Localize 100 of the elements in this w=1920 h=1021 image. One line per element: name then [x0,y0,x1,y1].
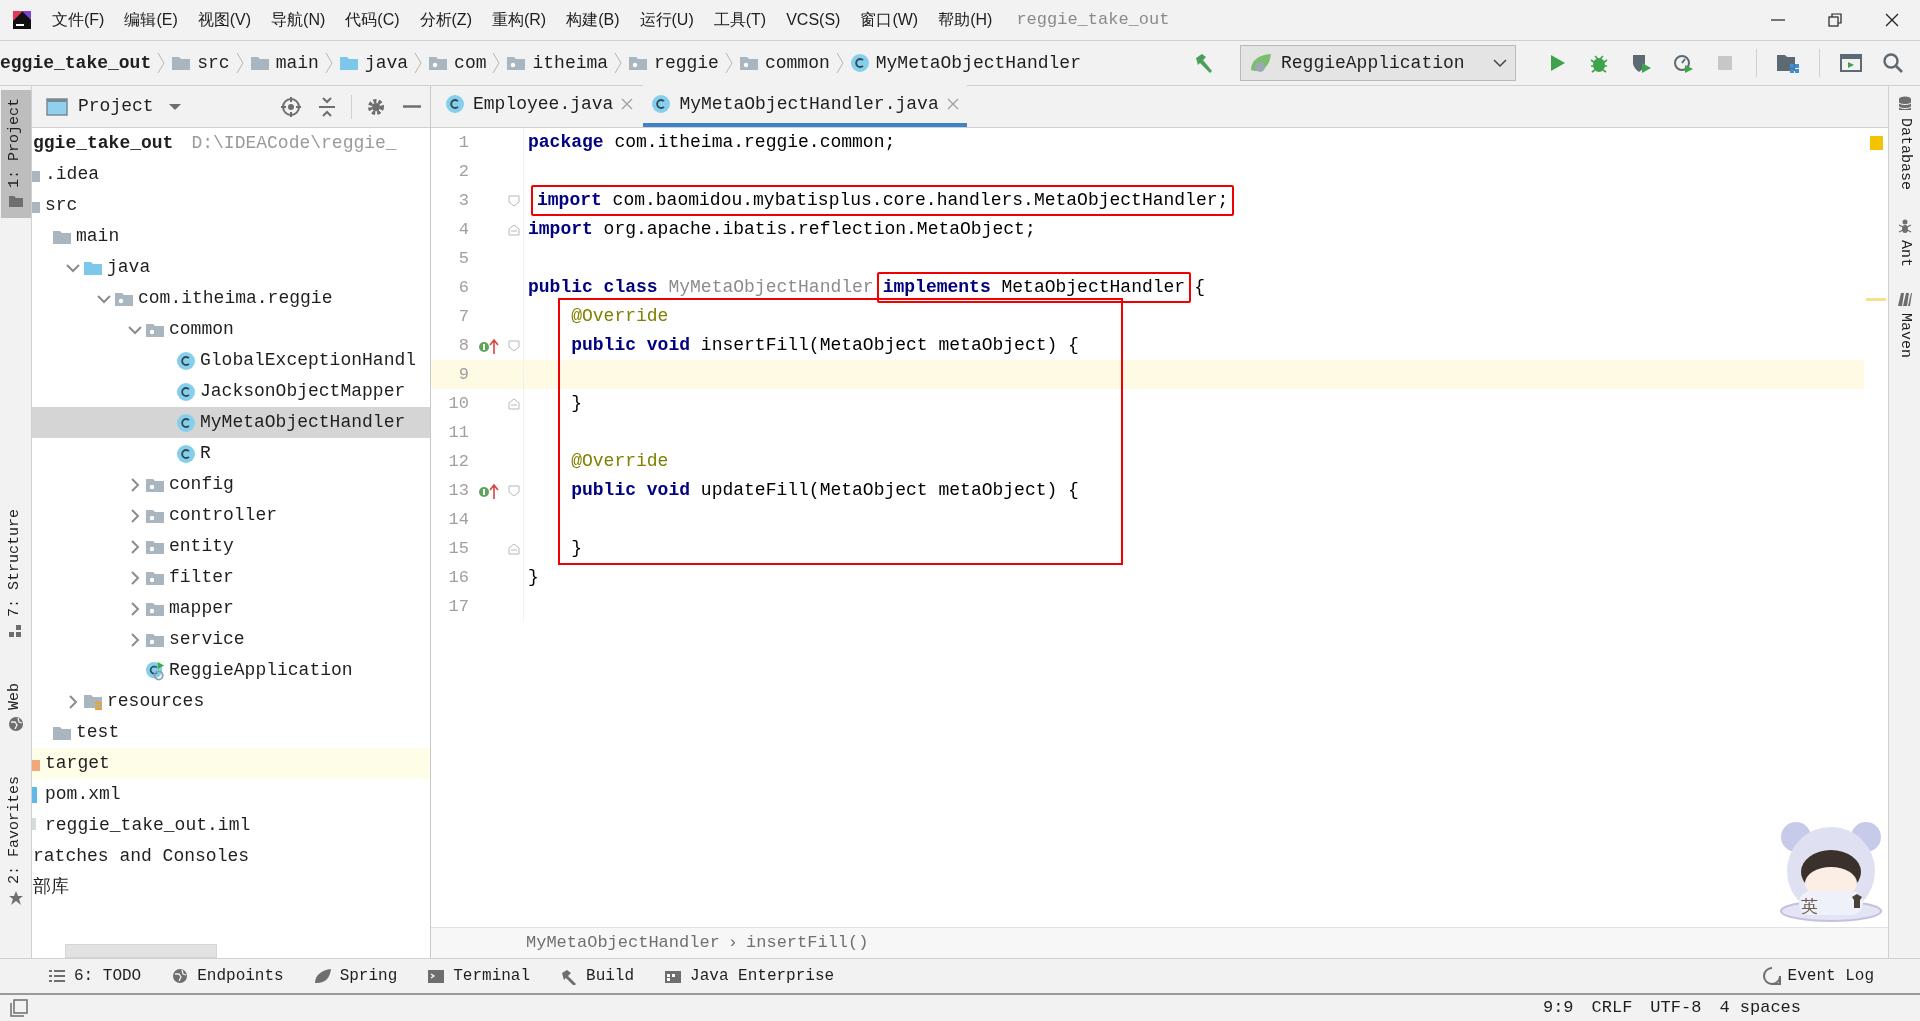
menu-item[interactable]: 视图(V) [187,5,262,35]
tree-item[interactable]: ReggieApplication [32,655,430,686]
tree-item[interactable]: R [32,438,430,469]
tree-item[interactable]: entity [32,531,430,562]
code-line: package com.itheima.reggie.common; [528,131,896,154]
breadcrumb-item[interactable]: common [738,49,830,77]
code-line: @Override [570,450,669,473]
tree-item[interactable]: common [32,314,430,345]
tool-window-tab[interactable]: Ant [1889,218,1920,268]
line-number: 1 [457,131,469,154]
menu-item[interactable]: 窗口(W) [850,5,929,35]
breadcrumb-separator: › [727,932,739,955]
tool-window-tab[interactable]: Web [0,675,31,741]
status-item[interactable]: CRLF [1582,995,1642,1021]
line-number: 13 [447,479,469,502]
tool-window-tab[interactable]: 7: Structure [0,501,31,648]
line-number: 17 [447,595,469,618]
breadcrumb-item[interactable]: MyMetaObjectHandler [849,49,1081,77]
breadcrumb-item[interactable]: java [338,49,409,77]
tool-window-tab[interactable]: Maven [1889,291,1920,359]
tree-item[interactable]: pom.xml [32,779,430,810]
status-item[interactable]: 4 spaces [1710,995,1810,1021]
tree-item[interactable]: controller [32,500,430,531]
tool-window-button[interactable]: Build [552,960,643,992]
tree-item[interactable]: .idea [32,159,430,190]
line-number: 10 [447,392,469,415]
breadcrumb-item[interactable]: src [171,49,230,77]
menu-item[interactable]: 导航(N) [261,5,336,35]
input-mode-indicator[interactable]: 英 [1801,894,1818,920]
line-number: 6 [457,276,469,299]
menu-item[interactable]: 代码(C) [335,5,410,35]
tool-window-button[interactable]: Endpoints [163,960,292,992]
event-log-button[interactable]: Event Log [1755,960,1880,992]
tree-item[interactable]: service [32,624,430,655]
tool-window-button[interactable]: Spring [305,960,406,992]
breadcrumb-item[interactable]: itheima [506,49,609,77]
tree-item[interactable]: filter [32,562,430,593]
tree-item[interactable]: MyMetaObjectHandler [32,407,430,438]
tree-item[interactable]: config [32,469,430,500]
breadcrumb-item[interactable]: insertFill() [746,930,869,956]
code-line: public void insertFill(MetaObject metaObject) { [570,334,1079,357]
breadcrumb-item[interactable]: eggie_take_out [0,49,152,77]
line-number: 5 [457,247,469,270]
menu-item[interactable]: 编辑(E) [114,5,188,35]
status-item[interactable]: 9:9 [1533,995,1583,1021]
menu-item[interactable]: VCS(S) [776,5,851,35]
tool-window-tab[interactable]: 2: Favorites [0,768,31,915]
tree-item[interactable]: com.itheima.reggie [32,283,430,314]
breadcrumb-item[interactable]: main [249,49,319,77]
breadcrumb-item[interactable]: MyMetaObjectHandler [526,930,720,956]
line-number: 2 [457,160,469,183]
line-number: 4 [457,218,469,241]
code-line: public class MyMetaObjectHandler implements MetaObjectHandler { [528,272,1205,303]
line-number: 7 [457,305,469,328]
tree-item[interactable]: test [32,717,430,748]
tree-item[interactable]: target [32,748,430,779]
tool-window-tab[interactable]: 1: Project [0,90,31,218]
tool-window-button[interactable]: 6: TODO [40,960,150,992]
line-number: 12 [447,450,469,473]
code-line: @Override [570,305,669,328]
menu-item[interactable]: 帮助(H) [928,5,1003,35]
menu-item[interactable]: 重构(R) [481,5,557,35]
code-line: } [528,566,539,589]
line-number: 3 [457,189,469,212]
menu-item[interactable]: 构建(B) [556,5,630,35]
menu-item[interactable]: 文件(F) [42,5,115,35]
tool-window-button[interactable]: Java Enterprise [656,960,843,992]
line-number: 15 [447,537,469,560]
tree-item[interactable]: reggie_take_out.iml [32,810,430,841]
tree-item[interactable]: ratches and Consoles [32,841,430,872]
breadcrumb-item[interactable]: com [428,49,487,77]
code-line: import org.apache.ibatis.reflection.MetaObject; [528,218,1036,241]
tree-item[interactable]: resources [32,686,430,717]
tree-item[interactable]: mapper [32,593,430,624]
tree-item[interactable]: JacksonObjectMapper [32,376,430,407]
code-line: public void updateFill(MetaObject metaObject) { [570,479,1079,502]
status-item[interactable]: UTF-8 [1641,995,1711,1021]
line-number: 9 [457,363,469,386]
window-title: reggie_take_out [1016,9,1170,32]
tree-item[interactable]: java [32,252,430,283]
menu-item[interactable]: 运行(U) [629,5,704,35]
tree-item[interactable]: main [32,221,430,252]
tool-window-button[interactable]: Terminal [419,960,539,992]
editor-tab[interactable]: MyMetaObjectHandler.java [643,85,967,127]
menu-item[interactable]: 分析(Z) [409,5,482,35]
tool-window-tab[interactable]: Database [1889,96,1920,190]
run-configuration-dropdown[interactable]: ReggieApplication [1240,45,1516,81]
line-number: 14 [447,508,469,531]
line-number: 8 [457,334,469,357]
project-path: D:\IDEACode\reggie_ [191,132,397,155]
code-line: } [570,537,582,560]
tree-item[interactable]: src [32,190,430,221]
line-number: 11 [447,421,469,444]
line-number: 16 [447,566,469,589]
breadcrumb-item[interactable]: reggie [628,49,719,77]
editor-tab[interactable]: Employee.java [437,85,642,127]
menu-item[interactable]: 工具(T) [703,5,777,35]
project-name: ggie_take_out [33,132,174,155]
tree-item[interactable]: GlobalExceptionHandl [32,345,430,376]
tree-item[interactable]: 部库 [32,872,430,903]
